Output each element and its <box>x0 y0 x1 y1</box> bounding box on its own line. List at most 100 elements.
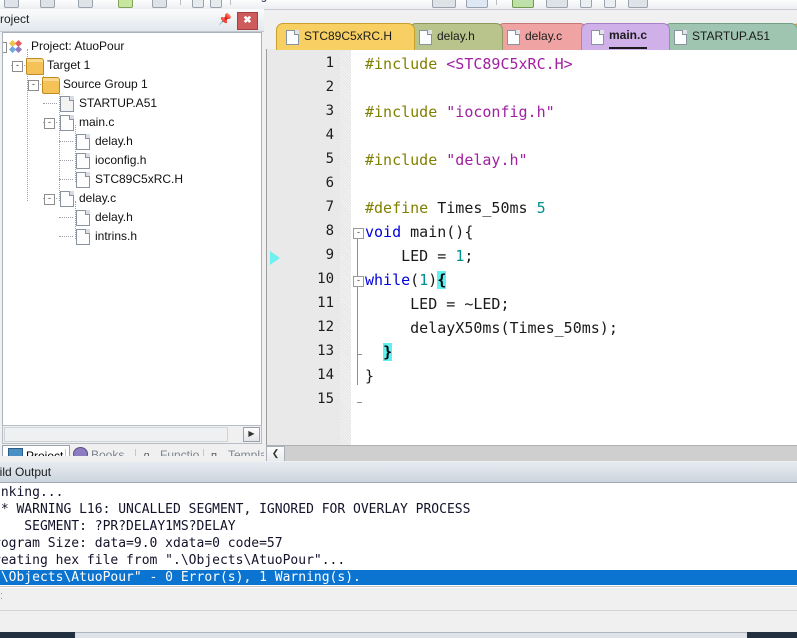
bookmark-arrow-icon <box>270 251 280 265</box>
h-file-icon <box>76 229 90 245</box>
code-editor[interactable]: 1 2 3 4 5 6 7 8 9 10 11 12 13 14 15 -- #include <STC89… <box>266 49 797 446</box>
fold-spine <box>357 237 358 385</box>
code-line[interactable]: while(1){ <box>365 271 447 289</box>
line-number-gutter: 1 2 3 4 5 6 7 8 9 10 11 12 13 14 15 <box>284 49 340 445</box>
tree-guide-connector <box>59 141 73 142</box>
code-line[interactable]: LED = ~LED; <box>365 295 509 313</box>
panel-tab-label: Books <box>91 448 125 456</box>
code-token: <STC89C5xRC.H> <box>446 55 573 73</box>
project-panel: Project 📌 ✖ -Project: AtuoPour-Target 1-… <box>0 9 264 456</box>
panel-tab-books[interactable]: Books <box>68 445 138 456</box>
editor-tab-label: delay.c <box>525 29 563 43</box>
tree-expander-icon[interactable]: - <box>3 42 7 53</box>
toolbar-icon-8[interactable] <box>466 0 488 8</box>
code-line[interactable]: void main(){ <box>365 223 473 241</box>
line-number: 13 <box>317 343 334 359</box>
editor-tab-delay-h[interactable]: delay.h <box>409 23 503 50</box>
folder-icon <box>42 77 60 94</box>
build-output-line[interactable]: reating hex file from ".\Objects\AtuoPou… <box>0 553 345 568</box>
editor-hscrollbar[interactable]: ❮ <box>266 445 797 461</box>
line-number: 14 <box>317 367 334 383</box>
code-token: #include <box>365 55 447 73</box>
toolbar-icon-5[interactable] <box>192 0 204 8</box>
tree-expander-icon[interactable]: - <box>44 118 55 129</box>
tree-expander-icon[interactable]: - <box>12 61 23 72</box>
bookmark-margin[interactable] <box>267 49 284 445</box>
build-icon[interactable] <box>118 0 133 8</box>
file-icon <box>591 30 604 45</box>
build-output-log[interactable]: inking... ** WARNING L16: UNCALLED SEGMEN… <box>0 483 797 587</box>
project-tree-hscrollbar[interactable]: ▶ <box>2 425 262 444</box>
code-line[interactable]: } <box>365 343 393 361</box>
toolbar-icon-13[interactable] <box>628 0 648 8</box>
build-output-line[interactable]: ** WARNING L16: UNCALLED SEGMENT, IGNORE… <box>0 502 470 517</box>
code-line[interactable]: #include <STC89C5xRC.H> <box>365 55 573 73</box>
toolbar-icon-7[interactable] <box>432 0 456 8</box>
project-tree[interactable]: -Project: AtuoPour-Target 1-Source Group… <box>2 32 262 426</box>
panel-tab-project[interactable]: Project <box>2 445 70 456</box>
panel-tab-templat[interactable]: []Templat... <box>206 445 264 456</box>
scroll-left-button[interactable]: ❮ <box>266 446 285 461</box>
code-folding-margin[interactable]: -- <box>351 49 365 445</box>
editor-tab-stc89c5xrc-h[interactable]: STC89C5xRC.H <box>276 23 415 50</box>
fold-toggle-icon[interactable]: - <box>353 228 364 239</box>
build-output-line[interactable]: SEGMENT: ?PR?DELAY1MS?DELAY <box>0 519 235 534</box>
code-text-area[interactable]: #include <STC89C5xRC.H> #include "ioconfi… <box>365 49 797 445</box>
toolbar-icon-10[interactable] <box>546 0 568 8</box>
toolbar-icon-2[interactable] <box>40 0 55 8</box>
close-icon[interactable]: ✖ <box>237 12 258 30</box>
toolbar-icon-4[interactable] <box>152 0 167 8</box>
code-line[interactable]: } <box>365 367 374 385</box>
fold-toggle-icon[interactable]: - <box>353 276 364 287</box>
editor-tab-delay-c[interactable]: delay.c <box>497 23 587 50</box>
editor-tab-startup-a51[interactable]: STARTUP.A51 <box>664 23 797 50</box>
scroll-track[interactable] <box>4 427 228 442</box>
line-number: 2 <box>325 79 334 95</box>
editor-tab-main-c[interactable]: main.c <box>581 23 670 50</box>
build-output-line[interactable]: inking... <box>0 485 63 500</box>
code-token: #define <box>365 199 438 217</box>
line-number: 9 <box>325 247 334 263</box>
code-line[interactable]: #include "delay.h" <box>365 151 528 169</box>
code-line[interactable]: delayX50ms(Times_50ms); <box>365 319 618 337</box>
toolbar-icon-6[interactable] <box>210 0 222 8</box>
tree-item-label: Target 1 <box>47 58 91 72</box>
pin-icon[interactable]: 📌 <box>217 12 233 28</box>
tree-expander-icon[interactable]: - <box>28 80 39 91</box>
tree-item-label: delay.c <box>79 191 117 205</box>
build-output-line-selected[interactable]: .\Objects\AtuoPour" - 0 Error(s), 1 Warn… <box>0 570 797 585</box>
toolbar-icon-11[interactable] <box>580 0 592 8</box>
code-token: ) <box>428 271 438 289</box>
line-number: 4 <box>325 127 334 143</box>
toolbar-separator-2 <box>230 0 231 5</box>
editor-tabbar[interactable]: STC89C5xRC.H delay.h delay.c main.c STARTUP.… <box>266 23 797 50</box>
code-line[interactable]: #include "ioconfig.h" <box>365 103 555 121</box>
code-token: LED = <box>365 247 456 265</box>
books-icon <box>73 447 88 456</box>
code-token: "ioconfig.h" <box>446 103 555 121</box>
tree-expander-icon[interactable]: - <box>44 194 55 205</box>
target-selector-label[interactable]: Target 1 <box>246 0 284 3</box>
code-line[interactable]: #define Times_50ms 5 <box>365 199 546 217</box>
toolbar-icon-12[interactable] <box>604 0 616 8</box>
build-output-line[interactable]: rogram Size: data=9.0 xdata=0 code=57 <box>0 536 283 551</box>
project-panel-titlebar: Project 📌 ✖ <box>0 9 264 32</box>
toolbar-icon-1[interactable] <box>4 0 19 8</box>
project-panel-tabs[interactable]: Project Books {}Functio...[]Templat... <box>0 445 264 456</box>
toolbar-icon-9[interactable] <box>512 0 534 8</box>
code-token: ; <box>464 247 474 265</box>
code-line[interactable]: LED = 1; <box>365 247 473 265</box>
c-file-icon <box>60 115 74 131</box>
toolbar-icon-3[interactable] <box>78 0 93 8</box>
panel-tab-functio[interactable]: {}Functio... <box>138 445 209 456</box>
toolbar-separator-3 <box>496 0 497 5</box>
scroll-right-button[interactable]: ▶ <box>243 427 260 442</box>
line-number: 12 <box>317 319 334 335</box>
fold-tick <box>357 354 362 355</box>
editor-area: STC89C5xRC.H delay.h delay.c main.c STARTUP.… <box>266 9 797 461</box>
taskbar-window-button[interactable] <box>75 632 747 638</box>
code-token: } <box>365 367 375 385</box>
build-output-panel: uild Output inking... ** WARNING L16: UNC… <box>0 462 797 610</box>
taskbar-strip[interactable] <box>0 632 797 638</box>
code-token: { <box>437 271 447 289</box>
